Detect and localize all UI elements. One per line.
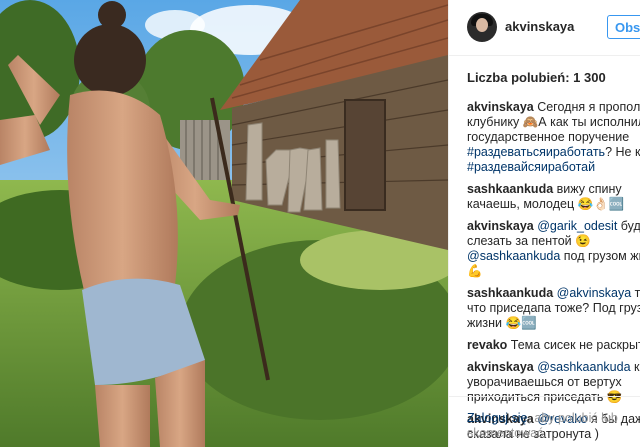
comment: akvinskaya @garik_odesit буду слезать за… xyxy=(467,219,640,279)
comment: revako Тема сисек не раскрыта xyxy=(467,338,640,353)
comments-list: akvinskaya Сегодня я прополола клубнику … xyxy=(467,100,640,447)
post-sidebar: akvinskaya Obserwuj Liczba polubień: 1 3… xyxy=(448,0,640,447)
comment-username[interactable]: revako xyxy=(467,338,507,352)
emoji: 🙈 xyxy=(522,115,539,129)
follow-button[interactable]: Obserwuj xyxy=(607,15,640,39)
mention-link[interactable]: @sashkaankuda xyxy=(537,360,630,374)
comment-text: под грузом жизни xyxy=(563,249,640,263)
comment-text: ? Не коси, xyxy=(605,145,640,159)
comment: sashkaankuda @akvinskaya так а что присе… xyxy=(467,286,640,331)
comment: akvinskaya Сегодня я прополола клубнику … xyxy=(467,100,640,175)
avatar[interactable] xyxy=(467,12,497,42)
mention-link[interactable]: @sashkaankuda xyxy=(467,249,560,263)
comment-username[interactable]: akvinskaya xyxy=(467,360,534,374)
comment-username[interactable]: akvinskaya xyxy=(467,100,534,114)
mention-link[interactable]: @akvinskaya xyxy=(557,286,632,300)
login-prompt: Zaloguj się, aby polubić lub skomentować… xyxy=(467,411,637,441)
hashtag-link[interactable]: #раздевайсяиработай xyxy=(467,160,595,174)
login-link[interactable]: Zaloguj się xyxy=(467,411,527,425)
post-photo-image xyxy=(0,0,448,447)
mention-link[interactable]: @garik_odesit xyxy=(537,219,617,233)
emoji: 😉 xyxy=(575,234,591,248)
post-header: akvinskaya Obserwuj xyxy=(449,0,640,56)
username-link[interactable]: akvinskaya xyxy=(505,19,574,34)
comment: sashkaankuda вижу спину качаешь, молодец… xyxy=(467,182,640,212)
post-footer: Zaloguj się, aby polubić lub skomentować… xyxy=(449,396,640,447)
comment-username[interactable]: sashkaankuda xyxy=(467,182,553,196)
emoji: 😂🆒 xyxy=(505,316,537,330)
likes-count[interactable]: Liczba polubień: 1 300 xyxy=(467,70,606,85)
comment-username[interactable]: sashkaankuda xyxy=(467,286,553,300)
post-photo[interactable] xyxy=(0,0,448,447)
comment-username[interactable]: akvinskaya xyxy=(467,219,534,233)
emoji: 💪 xyxy=(467,264,483,278)
comment-text: Тема сисек не раскрыта xyxy=(507,338,640,352)
hashtag-link[interactable]: #раздеватьсяиработать xyxy=(467,145,605,159)
emoji: 😂👌🏻🆒 xyxy=(577,197,625,211)
